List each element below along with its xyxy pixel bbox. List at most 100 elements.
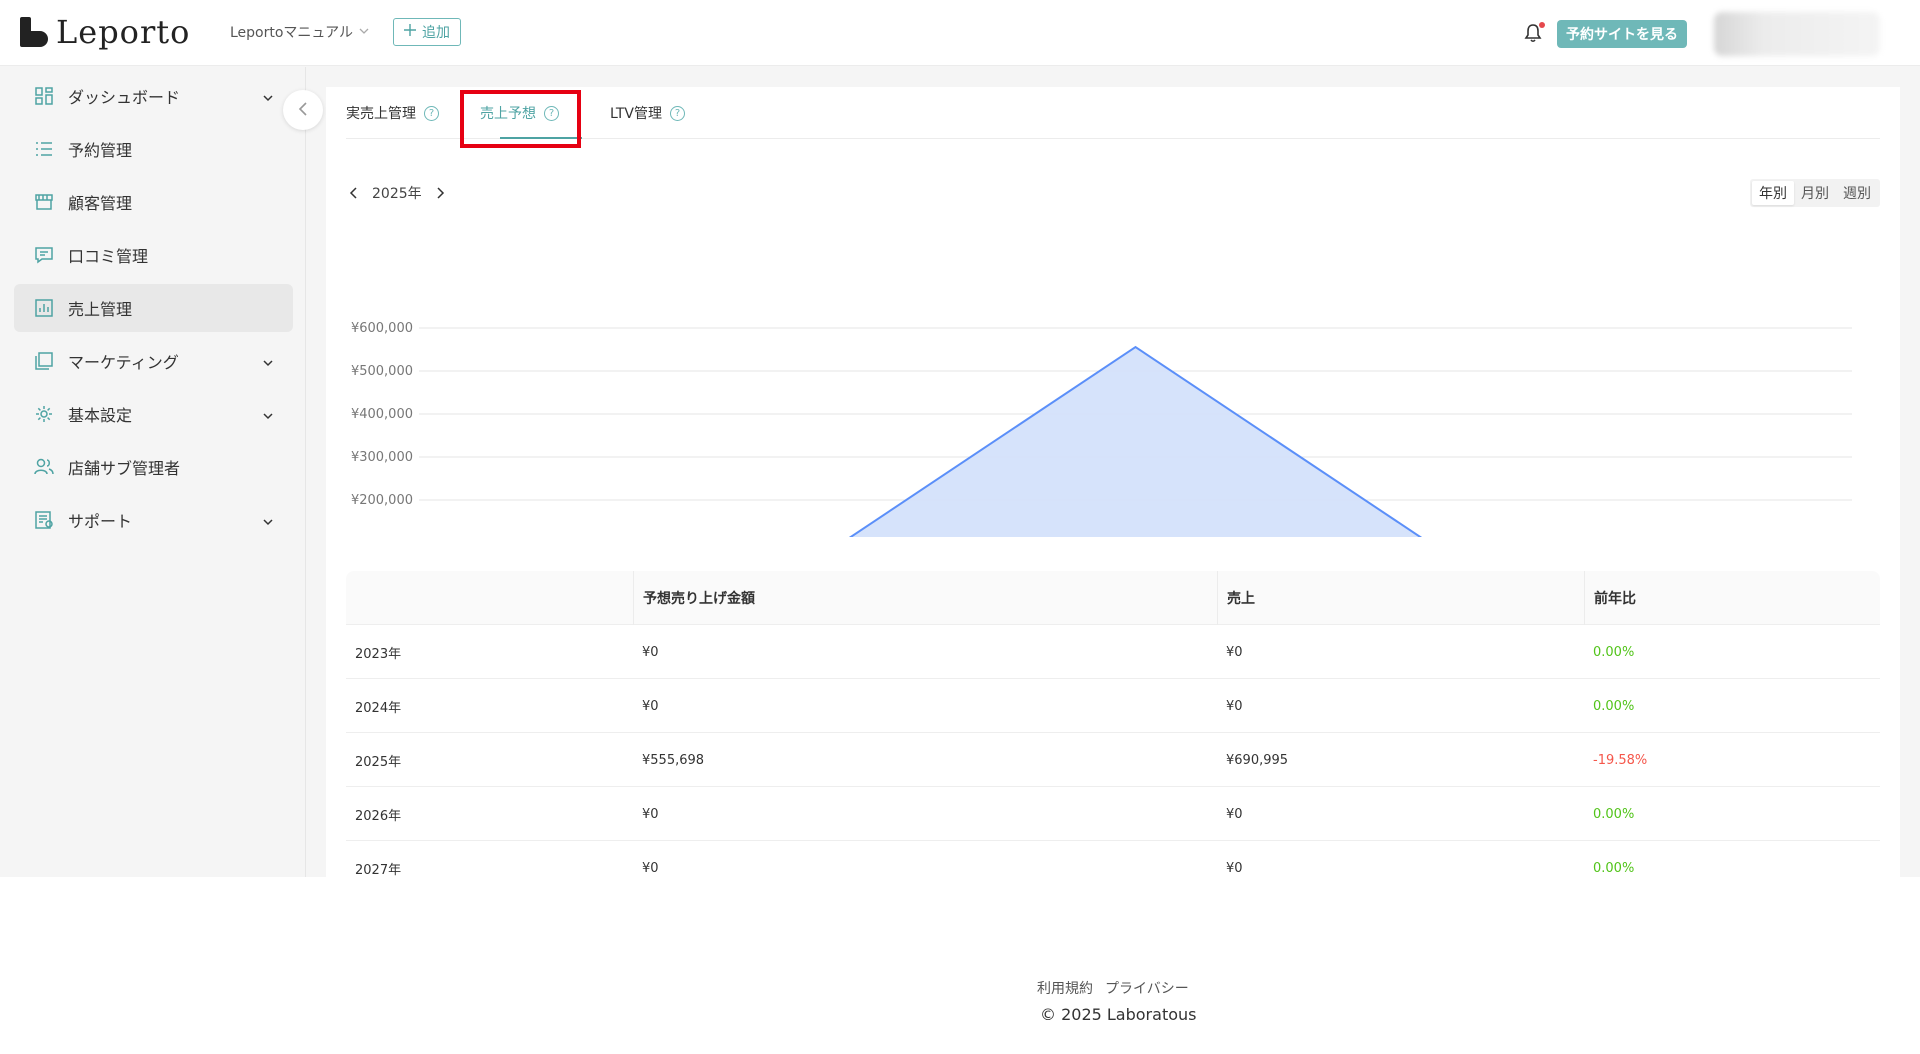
footer-links: 利用規約 プライバシー xyxy=(1037,978,1189,998)
chevron-down-icon xyxy=(359,26,369,39)
period-toggle: 年別 月別 週別 xyxy=(1750,179,1880,207)
terms-link[interactable]: 利用規約 xyxy=(1037,978,1093,998)
table-row: 2024年 ¥0 ¥0 0.00% xyxy=(346,679,1880,733)
privacy-link[interactable]: プライバシー xyxy=(1105,978,1189,998)
tab-sales-forecast[interactable]: 売上予想 ? xyxy=(480,103,559,123)
dashboard-icon xyxy=(34,86,54,106)
tab-actual-sales[interactable]: 実売上管理 ? xyxy=(346,103,439,123)
help-icon[interactable]: ? xyxy=(544,105,559,121)
table-row: 2026年 ¥0 ¥0 0.00% xyxy=(346,787,1880,841)
bar-chart-icon xyxy=(34,298,54,318)
chevron-down-icon xyxy=(263,406,273,420)
add-button-label: 追加 xyxy=(422,25,450,41)
view-booking-site-button[interactable]: 予約サイトを見る xyxy=(1557,20,1687,48)
logo[interactable]: Leporto xyxy=(20,13,191,51)
shop-name: Leportoマニュアル xyxy=(230,25,354,41)
footer: 利用規約 プライバシー © 2025 Laboratous xyxy=(0,877,1920,1054)
forecast-cell: ¥0 xyxy=(642,806,659,822)
sidebar-item-label: 店舗サブ管理者 xyxy=(68,459,181,478)
y-tick-label: ¥100,000 xyxy=(351,536,413,537)
table-row: 2025年 ¥555,698 ¥690,995 -19.58% xyxy=(346,733,1880,787)
prev-year-arrow-icon[interactable] xyxy=(346,186,360,200)
sidebar-collapse-button[interactable] xyxy=(283,90,323,130)
sales-cell: ¥0 xyxy=(1226,698,1243,714)
sidebar-item-label: 基本設定 xyxy=(68,406,133,425)
year-cell: 2025年 xyxy=(355,754,402,770)
top-header: Leporto Leportoマニュアル 追加 予約サイトを見る xyxy=(0,0,1920,66)
y-tick-label: ¥200,000 xyxy=(351,493,413,508)
add-button[interactable]: 追加 xyxy=(393,18,461,46)
layers-icon xyxy=(34,351,54,371)
forecast-cell: ¥0 xyxy=(642,698,659,714)
year-cell: 2023年 xyxy=(355,646,402,662)
y-tick-label: ¥600,000 xyxy=(351,321,413,336)
logo-text: Leporto xyxy=(56,13,191,51)
shop-selector[interactable]: Leportoマニュアル xyxy=(230,22,369,42)
sidebar-item-label: 顧客管理 xyxy=(68,194,133,213)
plus-icon xyxy=(404,24,416,40)
tab-label: 実売上管理 xyxy=(346,106,416,122)
tab-ltv[interactable]: LTV管理 ? xyxy=(610,103,686,123)
sidebar-item-reviews[interactable]: 口コミ管理 xyxy=(14,231,293,279)
sidebar-item-label: 売上管理 xyxy=(68,300,133,319)
chevron-down-icon xyxy=(263,353,273,367)
sidebar: ダッシュボード 予約管理 顧客管理 口コミ管理 売上管理 マーケティング 基本設… xyxy=(0,67,306,877)
sidebar-item-support[interactable]: サポート xyxy=(14,496,293,544)
tab-label: 売上予想 xyxy=(480,106,536,122)
list-icon xyxy=(34,139,54,159)
comment-icon xyxy=(34,245,54,265)
sales-cell: ¥0 xyxy=(1226,806,1243,822)
period-yearly[interactable]: 年別 xyxy=(1752,181,1794,205)
logo-mark-icon xyxy=(20,17,48,47)
user-menu-avatar[interactable] xyxy=(1714,12,1880,56)
sidebar-item-sales[interactable]: 売上管理 xyxy=(14,284,293,332)
sidebar-item-label: ダッシュボード xyxy=(68,88,181,107)
yoy-cell: 0.00% xyxy=(1593,644,1635,660)
notification-dot xyxy=(1539,22,1545,28)
tab-label: LTV管理 xyxy=(610,106,663,122)
forecast-cell: ¥555,698 xyxy=(642,752,705,768)
help-icon[interactable]: ? xyxy=(424,105,439,121)
next-year-arrow-icon[interactable] xyxy=(434,186,448,200)
series-area xyxy=(850,347,1421,537)
notification-bell-icon[interactable] xyxy=(1524,22,1545,43)
sidebar-item-label: 口コミ管理 xyxy=(68,247,149,266)
users-icon xyxy=(34,457,54,477)
year-cell: 2024年 xyxy=(355,700,402,716)
gear-icon xyxy=(34,404,54,424)
store-icon xyxy=(34,192,54,212)
yoy-cell: 0.00% xyxy=(1593,806,1635,822)
header-cell: 予想売り上げ金額 xyxy=(633,571,755,625)
copyright: © 2025 Laboratous xyxy=(1040,1005,1197,1024)
chevron-down-icon xyxy=(263,512,273,526)
sales-card: 実売上管理 ? 売上予想 ? LTV管理 ? 2025年 年別 月別 週別 ¥0… xyxy=(326,87,1900,895)
sidebar-item-label: マーケティング xyxy=(68,353,179,372)
help-icon[interactable]: ? xyxy=(670,105,686,121)
sidebar-item-label: 予約管理 xyxy=(68,141,133,160)
table-header: 予想売り上げ金額 売上 前年比 xyxy=(346,571,1880,625)
chevron-left-icon xyxy=(298,101,308,120)
forecast-cell: ¥0 xyxy=(642,644,659,660)
period-monthly[interactable]: 月別 xyxy=(1794,181,1836,205)
header-cell: 前年比 xyxy=(1584,571,1636,625)
period-weekly[interactable]: 週別 xyxy=(1836,181,1878,205)
forecast-table: 予想売り上げ金額 売上 前年比 2023年 ¥0 ¥0 0.00% 2024年 … xyxy=(346,571,1880,895)
sales-cell: ¥690,995 xyxy=(1226,752,1289,768)
sidebar-item-dashboard[interactable]: ダッシュボード xyxy=(14,72,293,120)
support-icon xyxy=(34,510,54,530)
y-tick-label: ¥300,000 xyxy=(351,450,413,465)
tab-bar: 実売上管理 ? 売上予想 ? LTV管理 ? xyxy=(346,87,1880,139)
header-cell: 売上 xyxy=(1217,571,1255,625)
year-navigator: 2025年 xyxy=(346,183,448,203)
sidebar-item-customers[interactable]: 顧客管理 xyxy=(14,178,293,226)
sales-forecast-chart: ¥0¥100,000¥200,000¥300,000¥400,000¥500,0… xyxy=(351,321,1852,537)
yoy-cell: -19.58% xyxy=(1593,752,1648,768)
sidebar-item-sub-admins[interactable]: 店舗サブ管理者 xyxy=(14,443,293,491)
current-year: 2025年 xyxy=(372,186,422,202)
sidebar-item-reservations[interactable]: 予約管理 xyxy=(14,125,293,173)
active-tab-underline xyxy=(500,137,582,139)
sidebar-item-settings[interactable]: 基本設定 xyxy=(14,390,293,438)
sales-cell: ¥0 xyxy=(1226,644,1243,660)
sidebar-item-marketing[interactable]: マーケティング xyxy=(14,337,293,385)
sidebar-item-label: サポート xyxy=(68,512,133,531)
